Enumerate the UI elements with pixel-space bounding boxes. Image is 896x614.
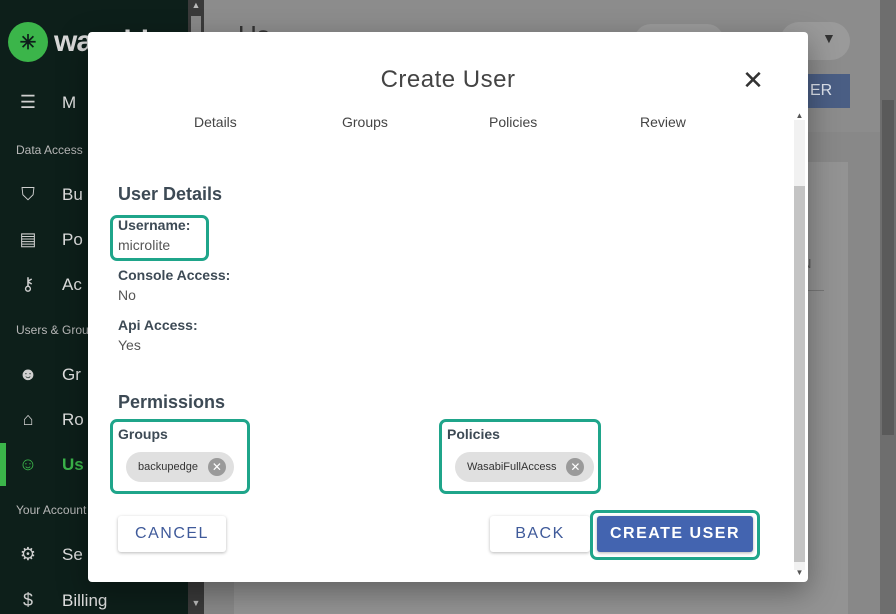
policy-chip: WasabiFullAccess ✕	[455, 452, 594, 482]
dialog-title: Create User	[380, 66, 516, 93]
sidebar-item-buckets[interactable]: ⛉ Bu	[16, 184, 83, 205]
menu-label: M	[62, 92, 77, 112]
sidebar-item-settings[interactable]: ⚙ Se	[16, 544, 83, 565]
close-icon[interactable]: ✕	[738, 66, 768, 96]
remove-chip-icon[interactable]: ✕	[207, 458, 226, 476]
create-user-button[interactable]: CREATE USER	[597, 516, 753, 552]
key-icon: ⚷	[21, 274, 35, 294]
dialog-scrollbar[interactable]: ▲ ▼	[790, 108, 808, 580]
dollar-icon: $	[22, 590, 33, 610]
group-chip: backupedge ✕	[126, 452, 234, 482]
sidebar-item-roles[interactable]: ⌂ Ro	[16, 409, 84, 430]
groups-label: Groups	[118, 426, 168, 442]
menu-icon: ☰	[19, 92, 37, 112]
create-user-dialog: Create User ✕ Details Groups Policies Re…	[88, 32, 808, 582]
sidebar-item-label: Bu	[62, 184, 83, 204]
api-access-label: Api Access:	[118, 317, 198, 333]
create-user-bg-button[interactable]: ER	[804, 74, 850, 108]
cancel-button[interactable]: CANCEL	[118, 516, 226, 552]
username-label: Username:	[118, 217, 191, 233]
back-button[interactable]: BACK	[490, 516, 590, 552]
username-value: microlite	[118, 237, 171, 253]
sidebar-item-label: Us	[62, 454, 84, 474]
remove-chip-icon[interactable]: ✕	[566, 458, 585, 476]
page-scroll-thumb[interactable]	[882, 100, 894, 435]
sidebar-item-groups[interactable]: ☻ Gr	[16, 364, 81, 385]
user-details-heading: User Details	[118, 184, 223, 204]
stepper: Details Groups Policies Review	[88, 114, 808, 134]
wasabi-logo-icon: ✳	[8, 22, 48, 62]
nav-section-data-access: Data Access	[16, 143, 83, 157]
sidebar-item-billing[interactable]: $ Billing	[16, 590, 107, 611]
clipboard-icon: ▤	[19, 229, 37, 249]
page-scrollbar[interactable]	[880, 0, 896, 614]
sidebar-item-label: Ro	[62, 409, 84, 429]
policy-chip-label: WasabiFullAccess	[467, 461, 557, 473]
sidebar-item-label: Ac	[62, 274, 82, 294]
users-icon: ☺	[18, 454, 38, 474]
step-policies[interactable]: Policies	[489, 114, 537, 130]
group-icon: ☻	[18, 364, 38, 384]
sidebar-item-label: Gr	[62, 364, 81, 384]
scroll-up-arrow-icon[interactable]: ▲	[794, 111, 805, 120]
nav-section-your-account: Your Account	[16, 503, 87, 517]
menu-toggle[interactable]: ☰ M	[16, 92, 76, 113]
sidebar-item-policies[interactable]: ▤ Po	[16, 229, 83, 250]
step-details[interactable]: Details	[194, 114, 237, 130]
sidebar-item-access-keys[interactable]: ⚷ Ac	[16, 274, 82, 295]
scroll-down-arrow-icon[interactable]: ▼	[188, 598, 204, 612]
dialog-body: User Details Username: microlite Console…	[88, 144, 788, 580]
sidebar-item-users[interactable]: ☺ Us	[16, 454, 84, 475]
bucket-icon: ⛉	[21, 184, 35, 204]
hat-icon: ⌂	[22, 409, 34, 429]
group-chip-label: backupedge	[138, 461, 198, 473]
sidebar-item-label: Po	[62, 229, 83, 249]
console-access-value: No	[118, 287, 136, 303]
step-groups[interactable]: Groups	[342, 114, 388, 130]
sidebar-item-label: Se	[62, 544, 83, 564]
chevron-down-icon[interactable]: ▼	[822, 30, 836, 46]
scroll-up-arrow-icon[interactable]: ▲	[188, 0, 204, 14]
permissions-heading: Permissions	[118, 392, 226, 412]
active-indicator	[0, 443, 6, 486]
console-access-label: Console Access:	[118, 267, 231, 283]
gear-icon: ⚙	[19, 544, 37, 564]
policies-label: Policies	[447, 426, 500, 442]
step-review[interactable]: Review	[640, 114, 686, 130]
scroll-down-arrow-icon[interactable]: ▼	[794, 568, 805, 577]
sidebar-item-label: Billing	[62, 590, 108, 610]
api-access-value: Yes	[118, 337, 141, 353]
dialog-scroll-thumb[interactable]	[794, 186, 805, 562]
